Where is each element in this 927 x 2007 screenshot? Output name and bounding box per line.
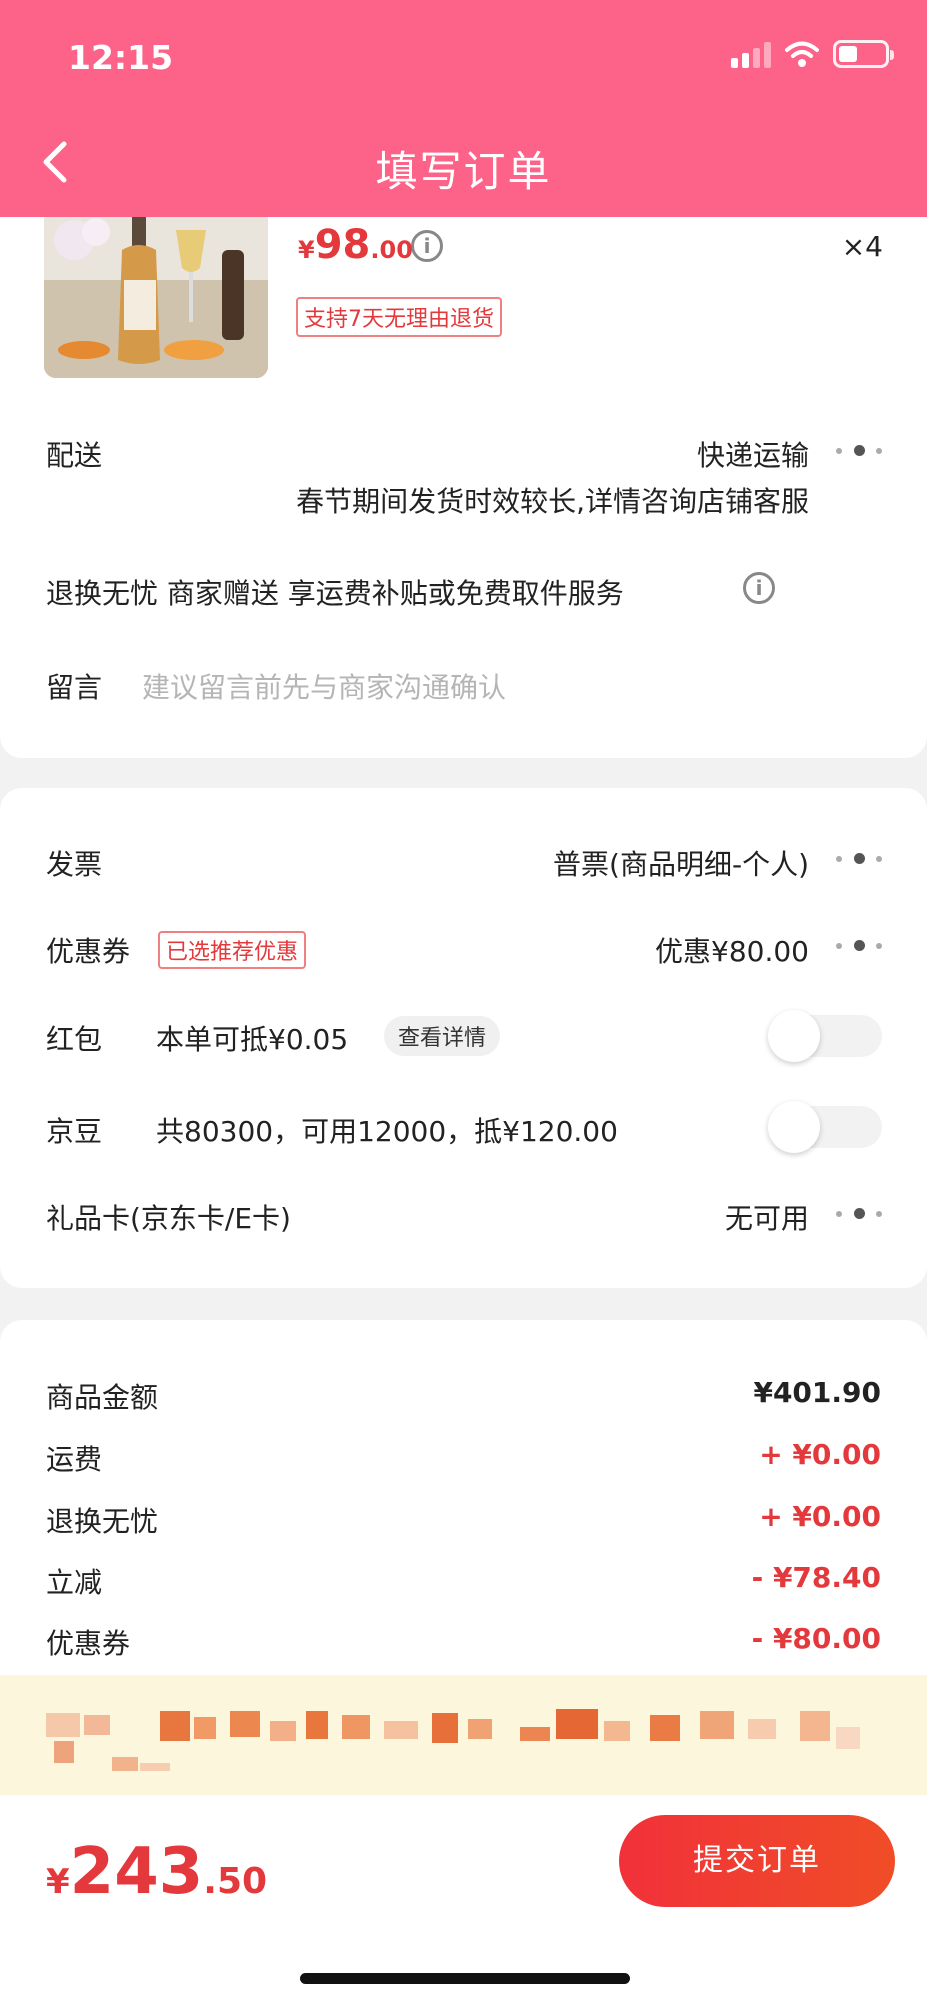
battery-icon: [833, 40, 894, 68]
gift-card-label: 礼品卡(京东卡/E卡): [46, 1202, 291, 1235]
coupon-recommended-tag: 已选推荐优惠: [158, 931, 307, 969]
notice-banner: [0, 1675, 927, 1795]
product-quantity: ×4: [841, 230, 883, 263]
amount-label: 商品金额: [46, 1381, 159, 1414]
amount-label: 立减: [46, 1566, 103, 1599]
home-indicator: [300, 1973, 630, 1984]
amount-value: ¥401.90: [753, 1376, 881, 1409]
delivery-label: 配送: [46, 439, 103, 472]
invoice-label: 发票: [46, 848, 103, 881]
status-time: 12:15: [68, 38, 174, 77]
red-packet-desc: 本单可抵¥0.05: [156, 1023, 349, 1056]
coupon-value[interactable]: 优惠¥80.00: [655, 930, 809, 970]
coupon-label: 优惠券: [46, 935, 131, 968]
coupon-more-dots-icon[interactable]: [836, 940, 882, 952]
red-packet-label: 红包: [46, 1023, 103, 1056]
amount-value: + ¥0.00: [759, 1500, 881, 1533]
gift-card-value[interactable]: 无可用: [725, 1197, 809, 1237]
delivery-method[interactable]: 快递运输: [697, 434, 809, 474]
amount-label: 优惠券: [46, 1627, 131, 1660]
price-info-icon[interactable]: i: [411, 230, 443, 262]
wifi-icon: [785, 41, 819, 67]
delivery-more-dots-icon[interactable]: [836, 445, 882, 457]
amount-label: 退换无忧: [46, 1505, 159, 1538]
status-icons: [731, 40, 894, 68]
total-price: ¥243.50: [46, 1835, 268, 1909]
product-image[interactable]: [44, 210, 268, 378]
gift-card-more-dots-icon[interactable]: [836, 1208, 882, 1220]
service-text: 退换无忧 商家赠送 享运费补贴或免费取件服务: [46, 577, 624, 610]
jd-beans-label: 京豆: [46, 1115, 103, 1148]
product-price: ¥98.00: [298, 222, 413, 268]
amount-value: - ¥80.00: [751, 1622, 881, 1655]
submit-order-button[interactable]: 提交订单: [619, 1815, 895, 1907]
checkout-bar: ¥243.50 提交订单: [0, 1795, 927, 2007]
amount-value: + ¥0.00: [759, 1438, 881, 1471]
jd-beans-desc: 共80300，可用12000，抵¥120.00: [156, 1115, 618, 1148]
signal-icon: [731, 42, 771, 68]
invoice-more-dots-icon[interactable]: [836, 853, 882, 865]
message-label: 留言: [46, 671, 103, 704]
red-packet-detail-button[interactable]: 查看详情: [384, 1016, 501, 1056]
page-title: 填写订单: [375, 147, 552, 196]
amount-value: - ¥78.40: [751, 1561, 881, 1594]
message-input[interactable]: 建议留言前先与商家沟通确认: [142, 666, 506, 706]
delivery-note: 春节期间发货时效较长,详情咨询店铺客服: [296, 485, 809, 518]
invoice-value[interactable]: 普票(商品明细-个人): [553, 843, 809, 883]
return-policy-tag: 支持7天无理由退货: [296, 297, 502, 337]
nav-header: 12:15 填写订单: [0, 0, 927, 217]
service-info-icon[interactable]: i: [743, 572, 775, 604]
red-packet-toggle[interactable]: [768, 1010, 882, 1062]
amount-label: 运费: [46, 1443, 103, 1476]
jd-beans-toggle[interactable]: [768, 1101, 882, 1153]
